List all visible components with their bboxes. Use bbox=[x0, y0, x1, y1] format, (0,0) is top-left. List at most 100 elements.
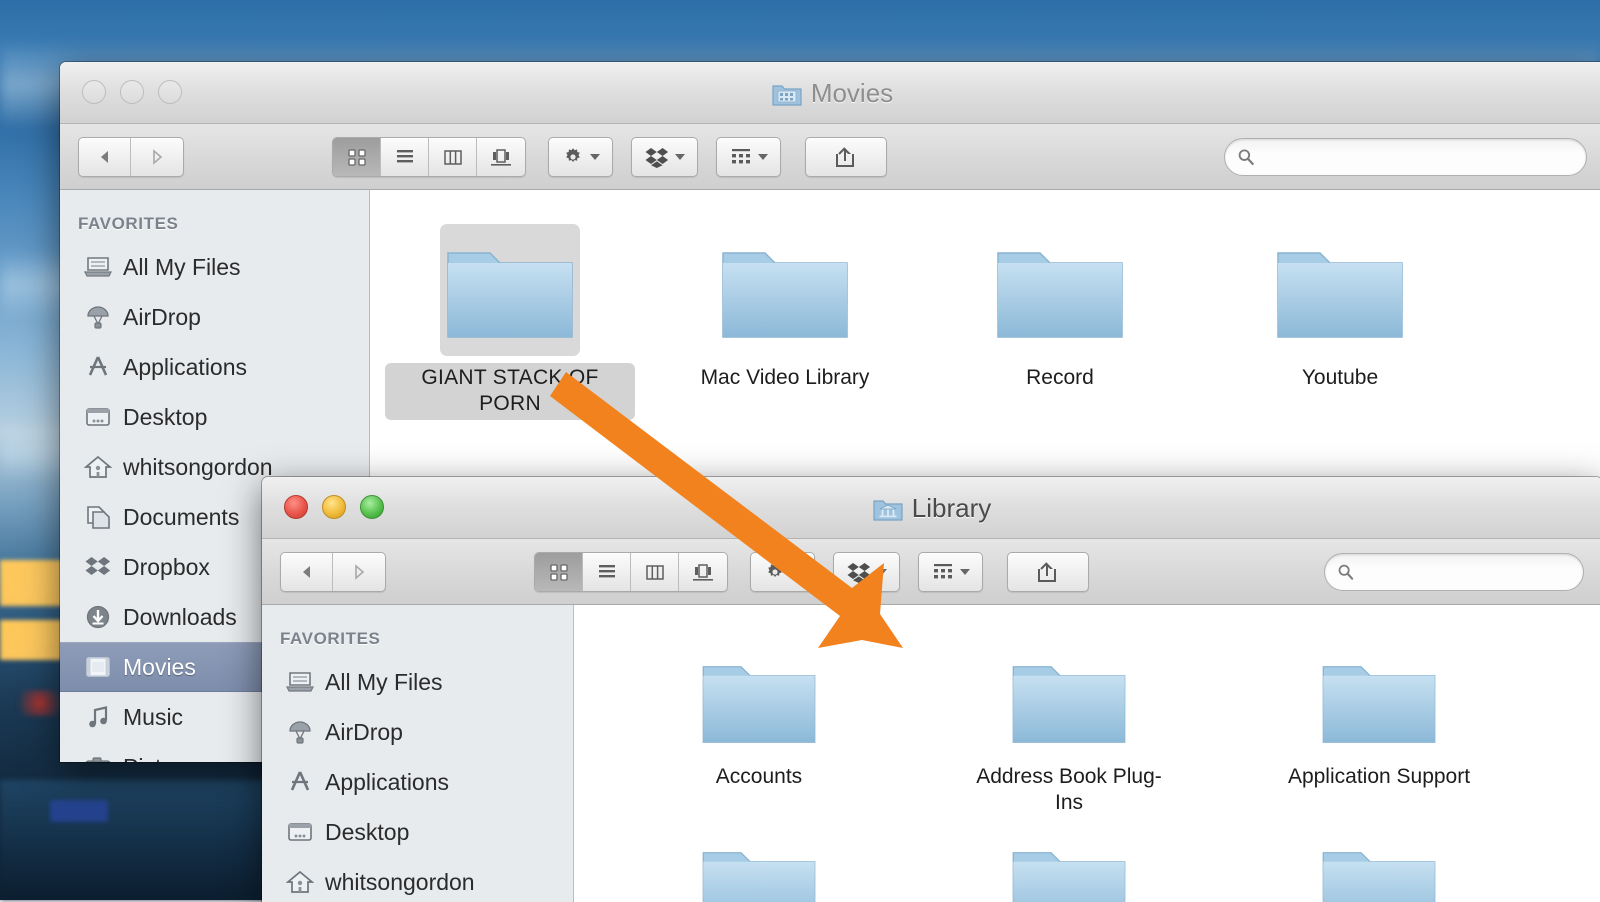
chevron-down-icon bbox=[877, 569, 887, 575]
list-view-button[interactable] bbox=[583, 553, 631, 591]
desktop-icon bbox=[286, 819, 314, 845]
file-icon-wrap bbox=[1314, 831, 1444, 902]
library-view-mode-group[interactable] bbox=[534, 552, 728, 592]
file-icon-wrap bbox=[990, 224, 1130, 356]
file-item-giant-stack-of-porn[interactable]: GIANT STACK OF PORN bbox=[370, 212, 650, 420]
library-title-text: Library bbox=[912, 493, 991, 524]
sidebar-item-label: Documents bbox=[123, 504, 239, 531]
back-arrow-icon bbox=[96, 148, 114, 166]
finder-window-library[interactable]: Library bbox=[262, 477, 1600, 902]
folder-icon bbox=[1005, 833, 1133, 902]
search-input[interactable] bbox=[1362, 562, 1571, 582]
forward-button[interactable] bbox=[131, 138, 183, 176]
search-input[interactable] bbox=[1263, 147, 1574, 167]
file-item-application-support[interactable]: Application Support bbox=[1224, 633, 1534, 819]
list-view-button[interactable] bbox=[381, 138, 429, 176]
share-button[interactable] bbox=[805, 137, 887, 177]
chevron-down-icon bbox=[675, 154, 685, 160]
movies-search-field[interactable] bbox=[1224, 138, 1587, 176]
library-nav-buttons[interactable] bbox=[280, 552, 386, 592]
sidebar-item-applications[interactable]: Applications bbox=[262, 757, 573, 807]
file-item-accounts[interactable]: Accounts bbox=[604, 633, 914, 819]
share-button[interactable] bbox=[1007, 552, 1089, 592]
folder-icon bbox=[695, 647, 823, 753]
applications-icon bbox=[286, 769, 314, 795]
sidebar-item-all-my-files[interactable]: All My Files bbox=[262, 657, 573, 707]
coverflow-view-button[interactable] bbox=[679, 553, 727, 591]
file-label: Accounts bbox=[708, 762, 810, 792]
library-sidebar[interactable]: FAVORITES All My Files AirDrop bbox=[262, 605, 574, 902]
movies-nav-buttons[interactable] bbox=[78, 137, 184, 177]
file-label: Youtube bbox=[1294, 363, 1386, 393]
share-icon bbox=[1035, 560, 1061, 584]
action-menu-button[interactable] bbox=[750, 552, 815, 592]
all-my-files-icon bbox=[286, 669, 314, 695]
column-view-icon bbox=[644, 562, 666, 582]
file-label: Record bbox=[1018, 363, 1102, 393]
sidebar-item-label: Desktop bbox=[325, 819, 409, 846]
movies-titlebar[interactable]: Movies bbox=[60, 62, 1600, 124]
coverflow-view-button[interactable] bbox=[477, 138, 525, 176]
action-menu-button[interactable] bbox=[548, 137, 613, 177]
movies-icon-grid: GIANT STACK OF PORN bbox=[370, 190, 1600, 420]
column-view-button[interactable] bbox=[429, 138, 477, 176]
folder-icon bbox=[695, 833, 823, 902]
sidebar-item-airdrop[interactable]: AirDrop bbox=[60, 292, 369, 342]
downloads-icon bbox=[84, 604, 112, 630]
coverflow-view-icon bbox=[489, 147, 513, 167]
file-item-youtube[interactable]: Youtube bbox=[1200, 212, 1480, 420]
column-view-button[interactable] bbox=[631, 553, 679, 591]
sidebar-item-applications[interactable]: Applications bbox=[60, 342, 369, 392]
movies-view-mode-group[interactable] bbox=[332, 137, 526, 177]
file-icon-wrap bbox=[1314, 645, 1444, 755]
sidebar-item-desktop[interactable]: Desktop bbox=[60, 392, 369, 442]
sidebar-item-label: AirDrop bbox=[325, 719, 403, 746]
sidebar-item-all-my-files[interactable]: All My Files bbox=[60, 242, 369, 292]
arrange-menu-button[interactable] bbox=[918, 552, 983, 592]
file-icon-wrap bbox=[694, 831, 824, 902]
library-titlebar[interactable]: Library bbox=[262, 477, 1600, 539]
sidebar-item-airdrop[interactable]: AirDrop bbox=[262, 707, 573, 757]
folder-icon bbox=[990, 231, 1130, 349]
blue-sign-blur bbox=[50, 800, 108, 822]
library-folder-icon bbox=[873, 496, 903, 522]
dropbox-menu-button[interactable] bbox=[833, 552, 900, 592]
search-icon bbox=[1337, 562, 1355, 582]
coverflow-view-icon bbox=[691, 562, 715, 582]
sidebar-item-desktop[interactable]: Desktop bbox=[262, 807, 573, 857]
forward-button[interactable] bbox=[333, 553, 385, 591]
file-item-row2-2[interactable] bbox=[914, 819, 1224, 902]
sidebar-item-label: whitsongordon bbox=[123, 454, 273, 481]
file-icon-wrap bbox=[1270, 224, 1410, 356]
file-item-address-book-plug-ins[interactable]: Address Book Plug-Ins bbox=[914, 633, 1224, 819]
library-toolbar[interactable] bbox=[262, 539, 1600, 605]
file-label: Mac Video Library bbox=[693, 363, 878, 393]
file-item-row2-1[interactable] bbox=[604, 819, 914, 902]
file-item-record[interactable]: Record bbox=[920, 212, 1200, 420]
folder-icon bbox=[715, 231, 855, 349]
library-search-field[interactable] bbox=[1324, 553, 1585, 591]
gear-icon bbox=[763, 560, 787, 584]
column-view-icon bbox=[442, 147, 464, 167]
dropbox-menu-button[interactable] bbox=[631, 137, 698, 177]
sidebar-item-label: Applications bbox=[325, 769, 449, 796]
sidebar-item-label: Music bbox=[123, 704, 183, 731]
file-item-row2-3[interactable] bbox=[1224, 819, 1534, 902]
back-button[interactable] bbox=[281, 553, 333, 591]
movies-title-text: Movies bbox=[811, 78, 893, 109]
sidebar-item-label: All My Files bbox=[123, 254, 241, 281]
back-button[interactable] bbox=[79, 138, 131, 176]
folder-icon bbox=[1005, 647, 1133, 753]
icon-view-button[interactable] bbox=[535, 553, 583, 591]
library-window-title: Library bbox=[262, 493, 1600, 524]
arrange-menu-button[interactable] bbox=[716, 137, 781, 177]
movies-toolbar[interactable] bbox=[60, 124, 1600, 190]
gear-icon bbox=[561, 145, 585, 169]
library-content-area[interactable]: Accounts bbox=[574, 605, 1600, 902]
icon-view-button[interactable] bbox=[333, 138, 381, 176]
sidebar-item-label: AirDrop bbox=[123, 304, 201, 331]
water-reflection bbox=[0, 780, 270, 900]
dropbox-icon bbox=[644, 145, 670, 169]
sidebar-item-whitsongordon[interactable]: whitsongordon bbox=[262, 857, 573, 902]
file-item-mac-video-library[interactable]: Mac Video Library bbox=[650, 212, 920, 420]
